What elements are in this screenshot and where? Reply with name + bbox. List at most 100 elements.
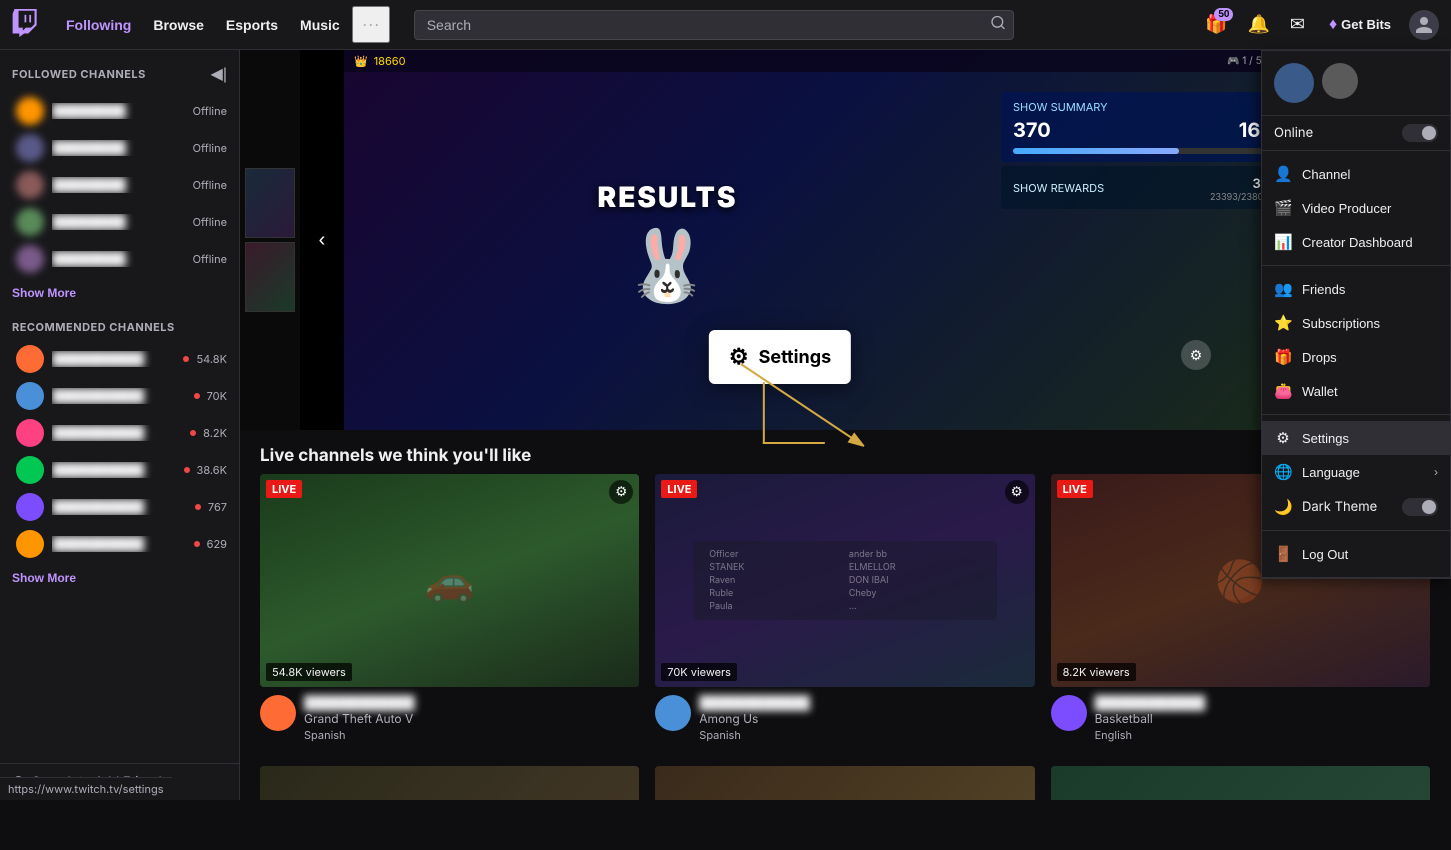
bottom-card-1[interactable]: Spanish — [260, 766, 639, 800]
bits-button[interactable]: 50 🎁 — [1199, 8, 1233, 41]
rec-channel-item-3[interactable]: ██████████ 8.2K — [4, 415, 235, 451]
nav-esports[interactable]: Esports — [216, 6, 288, 43]
settings-tooltip: ⚙ Settings — [709, 330, 851, 384]
card-language-3: English — [1095, 728, 1430, 742]
followed-channel-item-2[interactable]: ████████ Offline — [4, 130, 235, 166]
sidebar-collapse-button[interactable]: ◀| — [207, 62, 231, 86]
rec-channel-item-1[interactable]: ██████████ 54.8K — [4, 341, 235, 377]
language-arrow-icon: › — [1434, 465, 1438, 479]
rec-name-3: ██████████ — [52, 425, 190, 441]
followed-channel-item-3[interactable]: ████████ Offline — [4, 167, 235, 203]
followed-info-3: ████████ — [52, 177, 193, 193]
followed-avatar-2 — [16, 134, 44, 162]
bottom-card-3[interactable]: English — [1051, 766, 1430, 800]
card-thumbnail-1: 🚗 LIVE ⚙ 54.8K viewers — [260, 474, 639, 687]
video-producer-icon: 🎬 — [1274, 199, 1292, 217]
nav-music[interactable]: Music — [290, 6, 350, 43]
settings-tooltip-gear-icon: ⚙ — [729, 344, 749, 370]
nav-following[interactable]: Following — [56, 6, 141, 43]
channel-card-1[interactable]: 🚗 LIVE ⚙ 54.8K viewers ████████████ Gran… — [260, 474, 639, 750]
menu-section-settings: ⚙ Settings 🌐 Language › 🌙 Dark Theme — [1262, 415, 1450, 531]
menu-video-producer-button[interactable]: 🎬 Video Producer — [1262, 191, 1450, 225]
bottom-card-2[interactable]: Spanish — [655, 766, 1034, 800]
live-dot-2 — [194, 393, 200, 399]
creator-dashboard-icon: 📊 — [1274, 233, 1292, 251]
rec-avatar-3 — [16, 419, 44, 447]
show-more-recommended-button[interactable]: Show More — [0, 563, 239, 593]
nav-more-button[interactable]: ··· — [352, 6, 390, 43]
menu-creator-dashboard-button[interactable]: 📊 Creator Dashboard — [1262, 225, 1450, 259]
followed-info-2: ████████ — [52, 140, 193, 156]
menu-channel-button[interactable]: 👤 Channel — [1262, 157, 1450, 191]
channel-card-2[interactable]: Officerander bb STANEKELMELLOR RavenDON … — [655, 474, 1034, 750]
card-channel-name-2: ████████████ — [699, 695, 1034, 711]
followed-status-5: Offline — [193, 252, 227, 266]
menu-settings-button[interactable]: ⚙ Settings — [1262, 421, 1450, 455]
settings-icon: ⚙ — [1274, 429, 1292, 447]
rec-info-4: ██████████ — [52, 462, 184, 478]
user-avatar-button[interactable] — [1409, 10, 1439, 40]
followed-channel-item-1[interactable]: ████████ Offline — [4, 93, 235, 129]
rec-avatar-1 — [16, 345, 44, 373]
followed-avatar-3 — [16, 171, 44, 199]
show-summary-label: SHOW SUMMARY — [1013, 100, 1269, 114]
menu-logout-button[interactable]: 🚪 Log Out — [1262, 537, 1450, 571]
twitch-logo[interactable] — [12, 9, 40, 41]
dark-theme-row: 🌙 Dark Theme — [1262, 489, 1450, 524]
rec-channel-item-2[interactable]: ██████████ 70K — [4, 378, 235, 414]
results-text: RESULTS — [598, 180, 738, 214]
video-producer-label: Video Producer — [1302, 201, 1391, 216]
nav-right-actions: 50 🎁 🔔 ✉ ♦ Get Bits — [1199, 8, 1439, 41]
followed-channel-item-5[interactable]: ████████ Offline — [4, 241, 235, 277]
status-bar: https://www.twitch.tv/settings — [0, 777, 172, 800]
live-dot-3 — [190, 430, 196, 436]
video-prev-button[interactable]: ‹ — [304, 222, 340, 258]
video-left-strip — [240, 50, 300, 430]
rec-channel-item-4[interactable]: ██████████ 38.6K — [4, 452, 235, 488]
card-settings-button-2[interactable]: ⚙ — [1005, 480, 1029, 504]
card-game-name-2: Among Us — [699, 711, 1034, 726]
recommended-channels-header: RECOMMENDED CHANNELS — [0, 308, 239, 340]
online-toggle[interactable] — [1402, 124, 1438, 142]
rec-info-3: ██████████ — [52, 425, 190, 441]
card-info-2: ████████████ Among Us Spanish — [655, 687, 1034, 750]
show-more-followed-button[interactable]: Show More — [0, 278, 239, 308]
friends-label: Friends — [1302, 282, 1345, 297]
get-bits-button[interactable]: ♦ Get Bits — [1319, 10, 1401, 40]
menu-section-logout: 🚪 Log Out — [1262, 531, 1450, 578]
followed-channel-item-4[interactable]: ████████ Offline — [4, 204, 235, 240]
card-viewers-1: 54.8K viewers — [266, 663, 352, 681]
rec-info-2: ██████████ — [52, 388, 194, 404]
search-button[interactable] — [990, 14, 1006, 35]
logout-label: Log Out — [1302, 547, 1348, 562]
notifications-button[interactable]: 🔔 — [1241, 8, 1275, 41]
rec-channel-item-6[interactable]: ██████████ 629 — [4, 526, 235, 562]
nav-browse[interactable]: Browse — [143, 6, 214, 43]
search-input[interactable] — [414, 10, 1014, 40]
bottom-cards-grid: Spanish Spanish English — [240, 766, 1451, 800]
menu-drops-button[interactable]: 🎁 Drops — [1262, 340, 1450, 374]
live-dot-5 — [195, 504, 201, 510]
card-live-badge-3: LIVE — [1057, 480, 1093, 498]
menu-language-button[interactable]: 🌐 Language › — [1262, 455, 1450, 489]
wallet-icon: 👛 — [1274, 382, 1292, 400]
rec-info-6: ██████████ — [52, 536, 194, 552]
menu-subscriptions-button[interactable]: ⭐ Subscriptions — [1262, 306, 1450, 340]
rec-viewers-6: 629 — [207, 537, 227, 551]
rec-name-4: ██████████ — [52, 462, 184, 478]
user-menu-avatar-large — [1274, 63, 1314, 103]
rec-channel-item-5[interactable]: ██████████ 767 — [4, 489, 235, 525]
live-dot-4 — [184, 467, 190, 473]
dark-theme-toggle[interactable] — [1402, 498, 1438, 516]
nav-links: Following Browse Esports Music ··· — [56, 6, 390, 43]
rec-viewers-3: 8.2K — [203, 426, 227, 440]
whispers-button[interactable]: ✉ — [1284, 8, 1311, 41]
menu-friends-button[interactable]: 👥 Friends — [1262, 272, 1450, 306]
language-icon: 🌐 — [1274, 463, 1292, 481]
menu-wallet-button[interactable]: 👛 Wallet — [1262, 374, 1450, 408]
rec-viewers-5: 767 — [208, 500, 227, 514]
rec-avatar-4 — [16, 456, 44, 484]
drops-label: Drops — [1302, 350, 1337, 365]
recommended-channels-list: ██████████ 54.8K ██████████ 70K ████████… — [0, 341, 239, 562]
card-viewers-3: 8.2K viewers — [1057, 663, 1136, 681]
